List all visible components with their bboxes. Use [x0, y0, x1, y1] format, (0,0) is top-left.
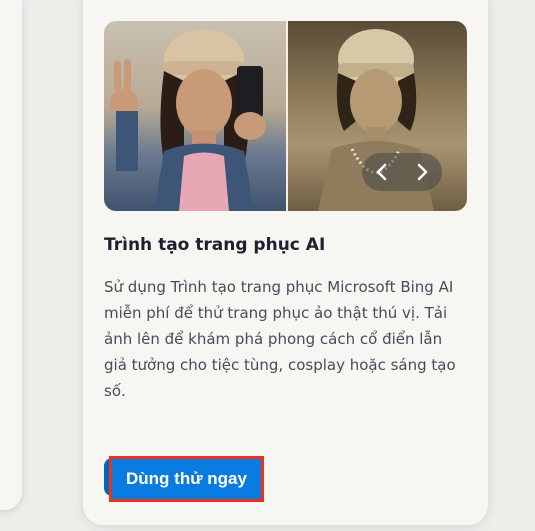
vintage-portrait-image: [288, 21, 467, 211]
carousel-controls: [362, 153, 442, 191]
chevron-left-icon: [376, 163, 387, 181]
modern-selfie-image: [104, 21, 286, 211]
card-media: [104, 21, 467, 211]
carousel-next-button[interactable]: [405, 155, 439, 189]
feature-card: Trình tạo trang phục AI Sử dụng Trình tạ…: [83, 0, 488, 525]
card-title: Trình tạo trang phục AI: [104, 235, 326, 255]
try-now-button[interactable]: Dùng thử ngay: [109, 456, 264, 502]
carousel-prev-button[interactable]: [365, 155, 399, 189]
chevron-right-icon: [417, 163, 428, 181]
card-description: Sử dụng Trình tạo trang phục Microsoft B…: [104, 278, 456, 400]
modern-selfie-illustration: [110, 29, 266, 211]
adjacent-card: [0, 0, 22, 510]
